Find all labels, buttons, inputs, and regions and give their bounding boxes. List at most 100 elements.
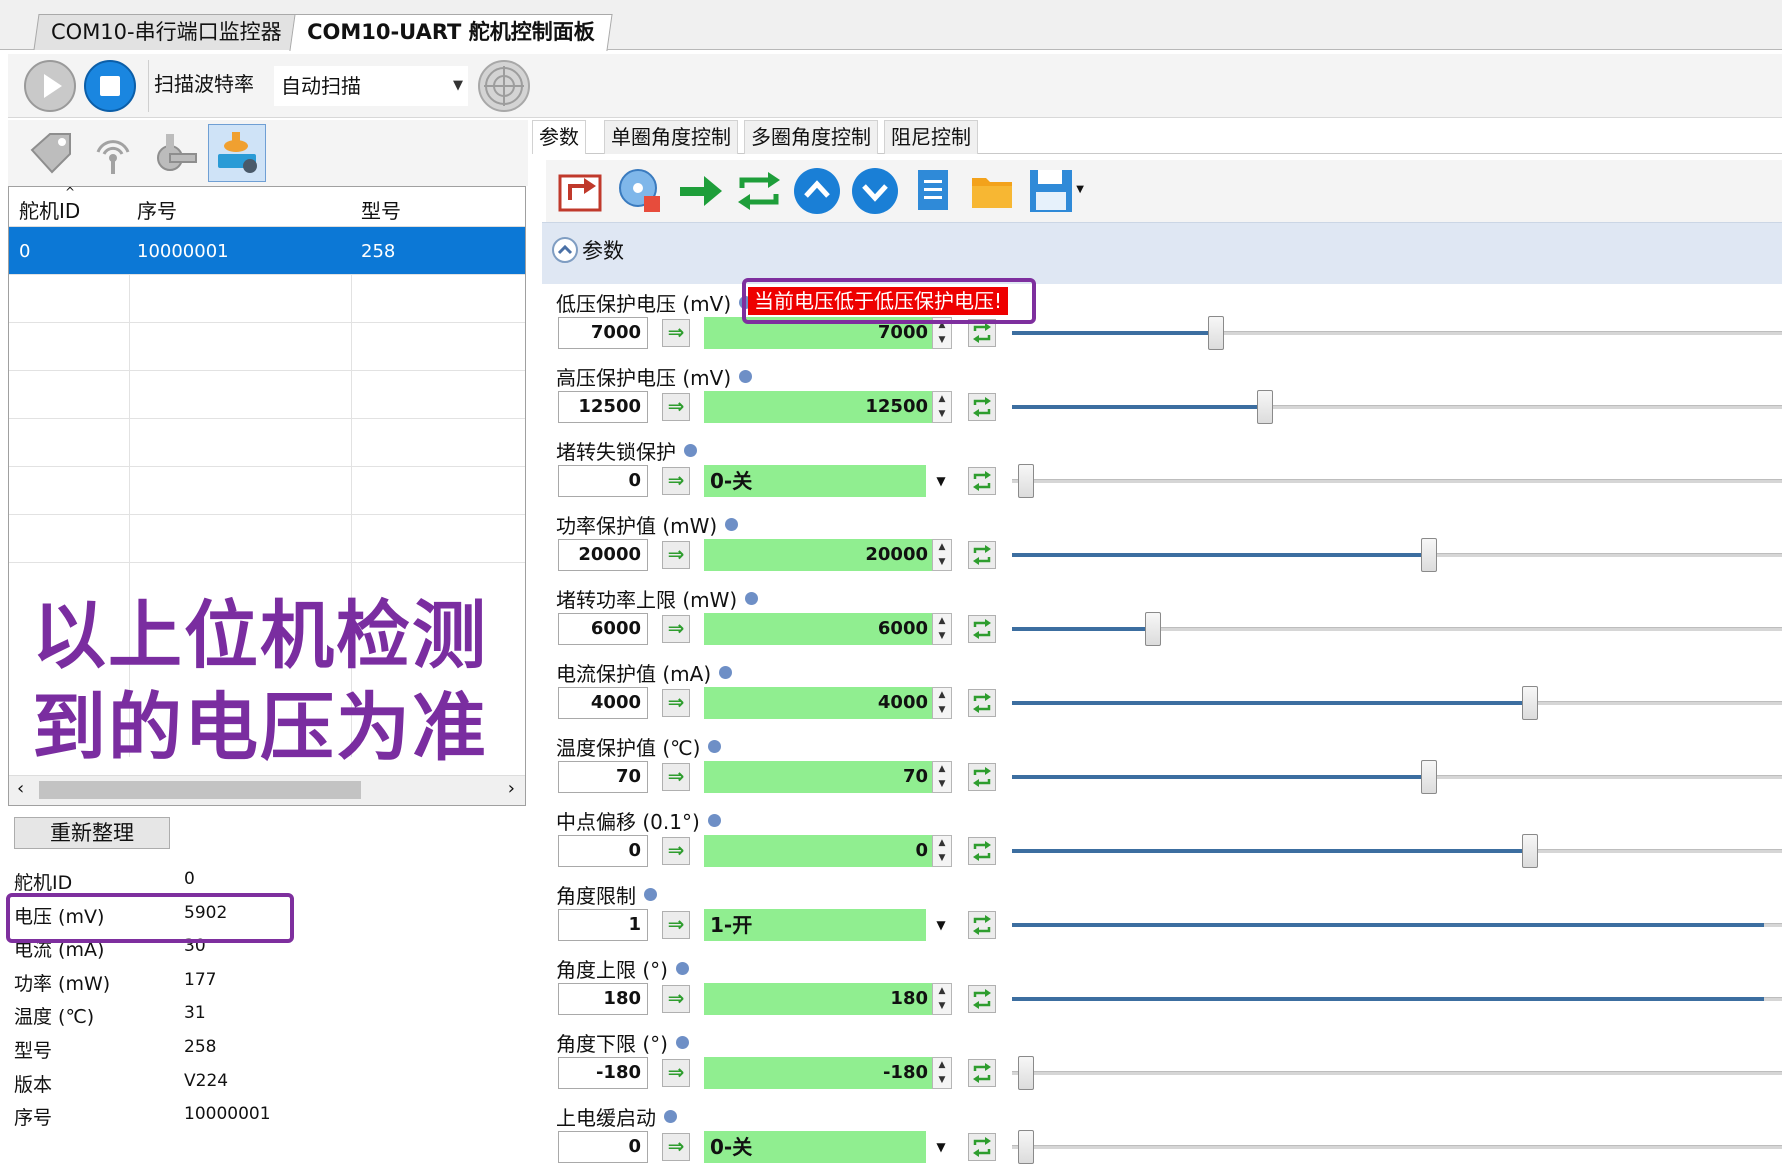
spin-up-icon[interactable]: ▲ <box>933 392 951 407</box>
spin-up-icon[interactable]: ▲ <box>933 614 951 629</box>
collapse-chevron-icon[interactable] <box>550 235 580 265</box>
param-input[interactable]: 4000 <box>558 687 648 719</box>
table-row[interactable]: 0 10000001 258 <box>9 227 525 275</box>
slider-track[interactable] <box>1012 1071 1782 1075</box>
refresh-button[interactable] <box>968 985 996 1013</box>
refresh-button[interactable] <box>968 911 996 939</box>
param-input[interactable]: 0 <box>558 1131 648 1163</box>
slider-thumb[interactable] <box>1521 834 1538 868</box>
refresh-button[interactable] <box>968 393 996 421</box>
info-icon[interactable] <box>675 1036 689 1049</box>
scan-baud-select[interactable]: 自动扫描 ▼ <box>274 66 468 106</box>
param-input[interactable]: 20000 <box>558 539 648 571</box>
spin-down-icon[interactable]: ▼ <box>933 851 951 866</box>
value-spinner[interactable]: ▲ ▼ <box>932 983 952 1015</box>
value-spinner[interactable]: ▲ ▼ <box>932 687 952 719</box>
param-input[interactable]: 0 <box>558 465 648 497</box>
spin-down-icon[interactable]: ▼ <box>933 407 951 422</box>
refresh-button[interactable] <box>968 837 996 865</box>
write-arrow-button[interactable]: ⇒ <box>662 467 690 495</box>
refresh-button[interactable] <box>968 689 996 717</box>
value-spinner[interactable]: ▲ ▼ <box>932 761 952 793</box>
param-select-value[interactable]: 0-关 <box>704 465 926 497</box>
info-icon[interactable] <box>664 1110 677 1123</box>
save-button[interactable]: ▼ <box>1024 164 1084 218</box>
tab-serial-monitor[interactable]: COM10-串行端口监控器 <box>33 14 300 50</box>
column-header-model[interactable]: 型号 <box>361 195 401 224</box>
chevron-down-icon[interactable]: ▼ <box>928 465 954 497</box>
reorganize-button[interactable]: 重新整理 <box>14 817 170 849</box>
info-icon[interactable] <box>745 592 759 605</box>
value-spinner[interactable]: ▲ ▼ <box>932 835 952 867</box>
tag-tool-button[interactable] <box>22 124 80 182</box>
scroll-right-icon[interactable]: › <box>508 778 515 799</box>
apply-button[interactable] <box>674 164 728 218</box>
param-select-value[interactable]: 0-关 <box>704 1131 926 1163</box>
info-icon[interactable] <box>675 962 689 975</box>
dropdown-caret-icon[interactable]: ▼ <box>1076 184 1084 195</box>
info-icon[interactable] <box>644 888 657 901</box>
slider-thumb[interactable] <box>1018 1130 1034 1164</box>
stop-button[interactable] <box>84 60 136 112</box>
spin-down-icon[interactable]: ▼ <box>933 629 951 644</box>
write-disk-button[interactable] <box>614 164 668 218</box>
info-icon[interactable] <box>725 518 739 531</box>
param-input[interactable]: 6000 <box>558 613 648 645</box>
write-arrow-button[interactable]: ⇒ <box>662 1133 690 1161</box>
servo-tool-button[interactable] <box>146 124 204 182</box>
spin-down-icon[interactable]: ▼ <box>933 777 951 792</box>
move-down-button[interactable] <box>848 164 902 218</box>
play-button[interactable] <box>24 60 76 112</box>
scrollbar-thumb[interactable] <box>39 781 361 799</box>
tab-single-turn[interactable]: 单圈角度控制 <box>604 120 738 154</box>
param-input[interactable]: -180 <box>558 1057 648 1089</box>
slider-thumb[interactable] <box>1256 390 1273 424</box>
info-icon[interactable] <box>684 444 697 457</box>
info-icon[interactable] <box>739 370 753 383</box>
radar-scan-button[interactable] <box>478 60 530 112</box>
write-arrow-button[interactable]: ⇒ <box>662 837 690 865</box>
param-input[interactable]: 7000 <box>558 317 648 349</box>
info-icon[interactable] <box>708 740 722 753</box>
slider-thumb[interactable] <box>1208 316 1225 350</box>
slider-thumb[interactable] <box>1018 1056 1034 1090</box>
tab-servo-control-panel[interactable]: COM10-UART 舵机控制面板 <box>289 14 613 51</box>
write-arrow-button[interactable]: ⇒ <box>662 541 690 569</box>
spin-down-icon[interactable]: ▼ <box>933 703 951 718</box>
param-input[interactable]: 0 <box>558 835 648 867</box>
servo-settings-button[interactable] <box>208 124 266 182</box>
spin-up-icon[interactable]: ▲ <box>933 836 951 851</box>
spin-up-icon[interactable]: ▲ <box>933 540 951 555</box>
slider-thumb[interactable] <box>1018 464 1034 498</box>
info-icon[interactable] <box>707 814 721 827</box>
param-input[interactable]: 1 <box>558 909 648 941</box>
spin-down-icon[interactable]: ▼ <box>933 555 951 570</box>
spin-up-icon[interactable]: ▲ <box>933 984 951 999</box>
horizontal-scrollbar[interactable]: ‹ › <box>9 775 525 805</box>
write-arrow-button[interactable]: ⇒ <box>662 319 690 347</box>
spin-down-icon[interactable]: ▼ <box>933 333 951 348</box>
refresh-button[interactable] <box>968 541 996 569</box>
tab-damping[interactable]: 阻尼控制 <box>884 120 978 154</box>
spin-down-icon[interactable]: ▼ <box>933 1073 951 1088</box>
slider-thumb[interactable] <box>1420 538 1437 572</box>
refresh-button[interactable] <box>968 763 996 791</box>
export-button[interactable] <box>554 164 608 218</box>
scroll-left-icon[interactable]: ‹ <box>17 778 24 799</box>
param-select-value[interactable]: 1-开 <box>704 909 926 941</box>
value-spinner[interactable]: ▲ ▼ <box>932 391 952 423</box>
wireless-tool-button[interactable] <box>84 124 142 182</box>
move-up-button[interactable] <box>790 164 844 218</box>
write-arrow-button[interactable]: ⇒ <box>662 615 690 643</box>
param-input[interactable]: 180 <box>558 983 648 1015</box>
refresh-button[interactable] <box>968 1059 996 1087</box>
tab-multi-turn[interactable]: 多圈角度控制 <box>744 120 878 154</box>
spin-up-icon[interactable]: ▲ <box>933 1058 951 1073</box>
new-file-button[interactable] <box>908 164 962 218</box>
value-spinner[interactable]: ▲ ▼ <box>932 613 952 645</box>
refresh-button[interactable] <box>968 615 996 643</box>
params-section-header[interactable]: 参数 <box>542 222 1782 284</box>
write-arrow-button[interactable]: ⇒ <box>662 763 690 791</box>
slider-thumb[interactable] <box>1420 760 1437 794</box>
slider-track[interactable] <box>1012 479 1782 483</box>
